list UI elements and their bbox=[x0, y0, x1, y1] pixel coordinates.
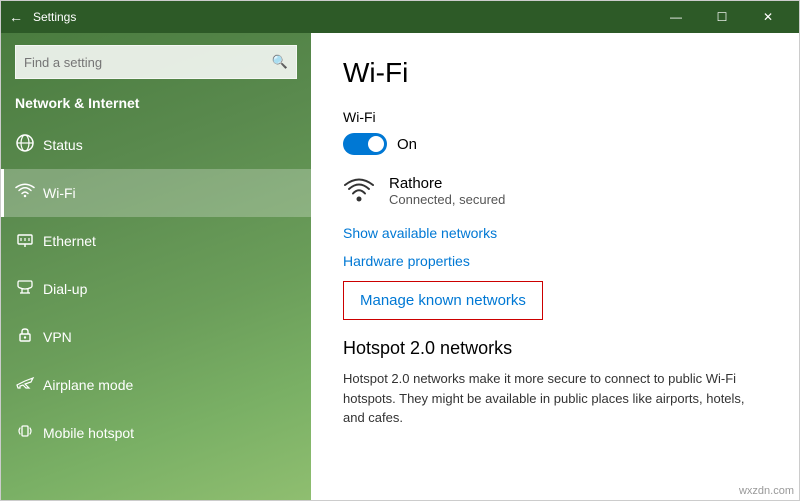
network-item: Rathore Connected, secured bbox=[343, 175, 767, 207]
sidebar-item-dialup[interactable]: Dial-up bbox=[1, 265, 311, 313]
sidebar-item-vpn[interactable]: VPN bbox=[1, 313, 311, 361]
window-controls: — ☐ ✕ bbox=[653, 1, 791, 33]
sidebar-item-wifi[interactable]: Wi-Fi bbox=[1, 169, 311, 217]
wifi-label: Wi-Fi bbox=[43, 185, 76, 201]
manage-networks-box: Manage known networks bbox=[343, 281, 543, 320]
back-button[interactable]: ← bbox=[9, 9, 23, 25]
mobile-hotspot-icon bbox=[15, 422, 43, 445]
hardware-props-link[interactable]: Hardware properties bbox=[343, 253, 767, 269]
network-name: Rathore bbox=[389, 175, 505, 192]
airplane-label: Airplane mode bbox=[43, 377, 133, 393]
titlebar: ← Settings — ☐ ✕ bbox=[1, 1, 799, 33]
dialup-icon bbox=[15, 278, 43, 301]
sidebar-item-airplane[interactable]: Airplane mode bbox=[1, 361, 311, 409]
settings-window: ← Settings — ☐ ✕ 🔍 Network & Internet bbox=[0, 0, 800, 501]
manage-networks-link[interactable]: Manage known networks bbox=[360, 292, 526, 309]
sidebar-item-status[interactable]: Status bbox=[1, 121, 311, 169]
window-title: Settings bbox=[33, 10, 653, 24]
vpn-label: VPN bbox=[43, 329, 72, 345]
dialup-label: Dial-up bbox=[43, 281, 87, 297]
sidebar-item-ethernet[interactable]: Ethernet bbox=[1, 217, 311, 265]
sidebar-section-title: Network & Internet bbox=[1, 91, 311, 121]
network-info: Rathore Connected, secured bbox=[389, 175, 505, 207]
ethernet-icon bbox=[15, 230, 43, 253]
show-networks-link[interactable]: Show available networks bbox=[343, 225, 767, 241]
page-title: Wi-Fi bbox=[343, 57, 767, 89]
minimize-button[interactable]: — bbox=[653, 1, 699, 33]
ethernet-label: Ethernet bbox=[43, 233, 96, 249]
wifi-toggle[interactable] bbox=[343, 133, 387, 155]
mobile-label: Mobile hotspot bbox=[43, 425, 134, 441]
search-box[interactable]: 🔍 bbox=[15, 45, 297, 79]
watermark: wxzdn.com bbox=[739, 485, 794, 497]
hotspot-section-title: Hotspot 2.0 networks bbox=[343, 338, 767, 359]
wifi-toggle-row: On bbox=[343, 133, 767, 155]
hotspot-description: Hotspot 2.0 networks make it more secure… bbox=[343, 369, 767, 428]
wifi-nav-icon bbox=[15, 182, 43, 205]
right-panel: Wi-Fi Wi-Fi On Rathore bbox=[311, 33, 799, 500]
search-icon: 🔍 bbox=[272, 54, 288, 70]
status-label: Status bbox=[43, 137, 83, 153]
sidebar: 🔍 Network & Internet Status bbox=[1, 33, 311, 500]
network-status: Connected, secured bbox=[389, 192, 505, 207]
close-button[interactable]: ✕ bbox=[745, 1, 791, 33]
toggle-state-label: On bbox=[397, 136, 417, 153]
maximize-button[interactable]: ☐ bbox=[699, 1, 745, 33]
wifi-signal-icon bbox=[343, 175, 375, 207]
sidebar-item-mobile[interactable]: Mobile hotspot bbox=[1, 409, 311, 457]
search-input[interactable] bbox=[24, 55, 272, 70]
vpn-icon bbox=[15, 326, 43, 349]
main-content: 🔍 Network & Internet Status bbox=[1, 33, 799, 500]
status-icon bbox=[15, 133, 43, 158]
airplane-icon bbox=[15, 374, 43, 397]
wifi-section-label: Wi-Fi bbox=[343, 109, 767, 125]
